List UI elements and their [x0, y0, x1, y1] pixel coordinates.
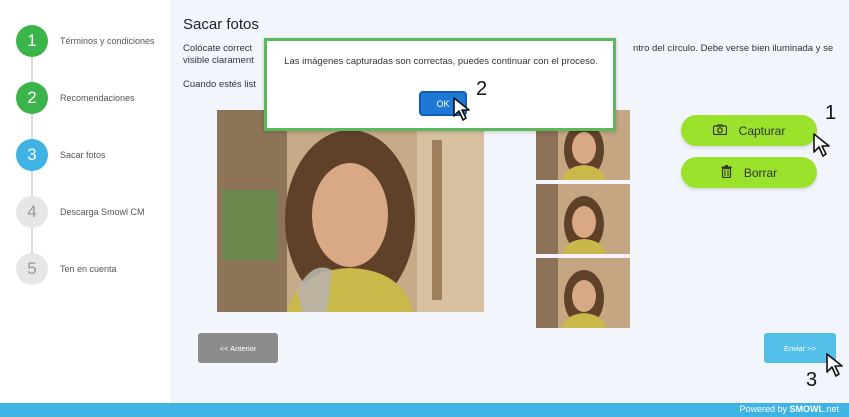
- camera-icon: [712, 124, 727, 138]
- annotation-number-1: 1: [825, 102, 837, 124]
- success-dialog: Las imágenes capturadas son correctas, p…: [264, 38, 616, 131]
- step-number: 3: [16, 139, 48, 171]
- step-label: Descarga Smowl CM: [60, 207, 145, 217]
- instructions-text-right: ntro del círculo. Debe verse bien ilumin…: [633, 43, 834, 54]
- capture-button[interactable]: Capturar: [681, 115, 817, 146]
- capture-label: Capturar: [738, 123, 786, 138]
- brand-name: SMOWL: [789, 404, 824, 414]
- step-recomendaciones[interactable]: 2 Recomendaciones: [16, 82, 135, 114]
- footer-bar: Powered by SMOWL.net: [0, 403, 849, 417]
- instructions-line-3: Cuando estés list: [183, 79, 256, 90]
- step-number: 4: [16, 196, 48, 228]
- webcam-image: [217, 110, 484, 312]
- delete-button[interactable]: Borrar: [681, 157, 817, 188]
- cursor-icon: [453, 97, 470, 121]
- brand-suffix: .net: [823, 404, 839, 414]
- step-number: 2: [16, 82, 48, 114]
- captured-photo[interactable]: [536, 258, 630, 328]
- step-terminos[interactable]: 1 Términos y condiciones: [16, 25, 155, 57]
- step-ten-en-cuenta[interactable]: 5 Ten en cuenta: [16, 253, 117, 285]
- step-number: 5: [16, 253, 48, 285]
- page-title: Sacar fotos: [183, 16, 259, 33]
- smowl-registration-page: 1 Términos y condiciones 2 Recomendacion…: [0, 0, 849, 417]
- instructions-text-left: Colócate correct: [183, 43, 253, 54]
- step-sacar-fotos[interactable]: 3 Sacar fotos: [16, 139, 106, 171]
- annotation-number-3: 3: [806, 369, 818, 391]
- dialog-message: Las imágenes capturadas son correctas, p…: [284, 56, 598, 67]
- trash-icon: [721, 164, 732, 181]
- captured-photo[interactable]: [536, 184, 630, 254]
- cursor-icon: [826, 353, 843, 377]
- powered-by: Powered by SMOWL.net: [739, 404, 839, 414]
- step-label: Recomendaciones: [60, 93, 135, 103]
- annotation-number-2: 2: [476, 78, 488, 100]
- step-descarga[interactable]: 4 Descarga Smowl CM: [16, 196, 145, 228]
- captured-thumbnails: [536, 110, 630, 332]
- step-label: Términos y condiciones: [60, 36, 155, 46]
- previous-button[interactable]: << Anterior: [198, 333, 278, 363]
- cursor-icon: [813, 133, 830, 157]
- step-number: 1: [16, 25, 48, 57]
- instructions-line-2: visible clarament: [183, 55, 254, 66]
- step-label: Ten en cuenta: [60, 264, 117, 274]
- webcam-preview: [217, 110, 484, 312]
- step-label: Sacar fotos: [60, 150, 106, 160]
- delete-label: Borrar: [743, 165, 778, 180]
- stepper-sidebar: 1 Términos y condiciones 2 Recomendacion…: [0, 0, 170, 403]
- powered-prefix: Powered by: [739, 404, 790, 414]
